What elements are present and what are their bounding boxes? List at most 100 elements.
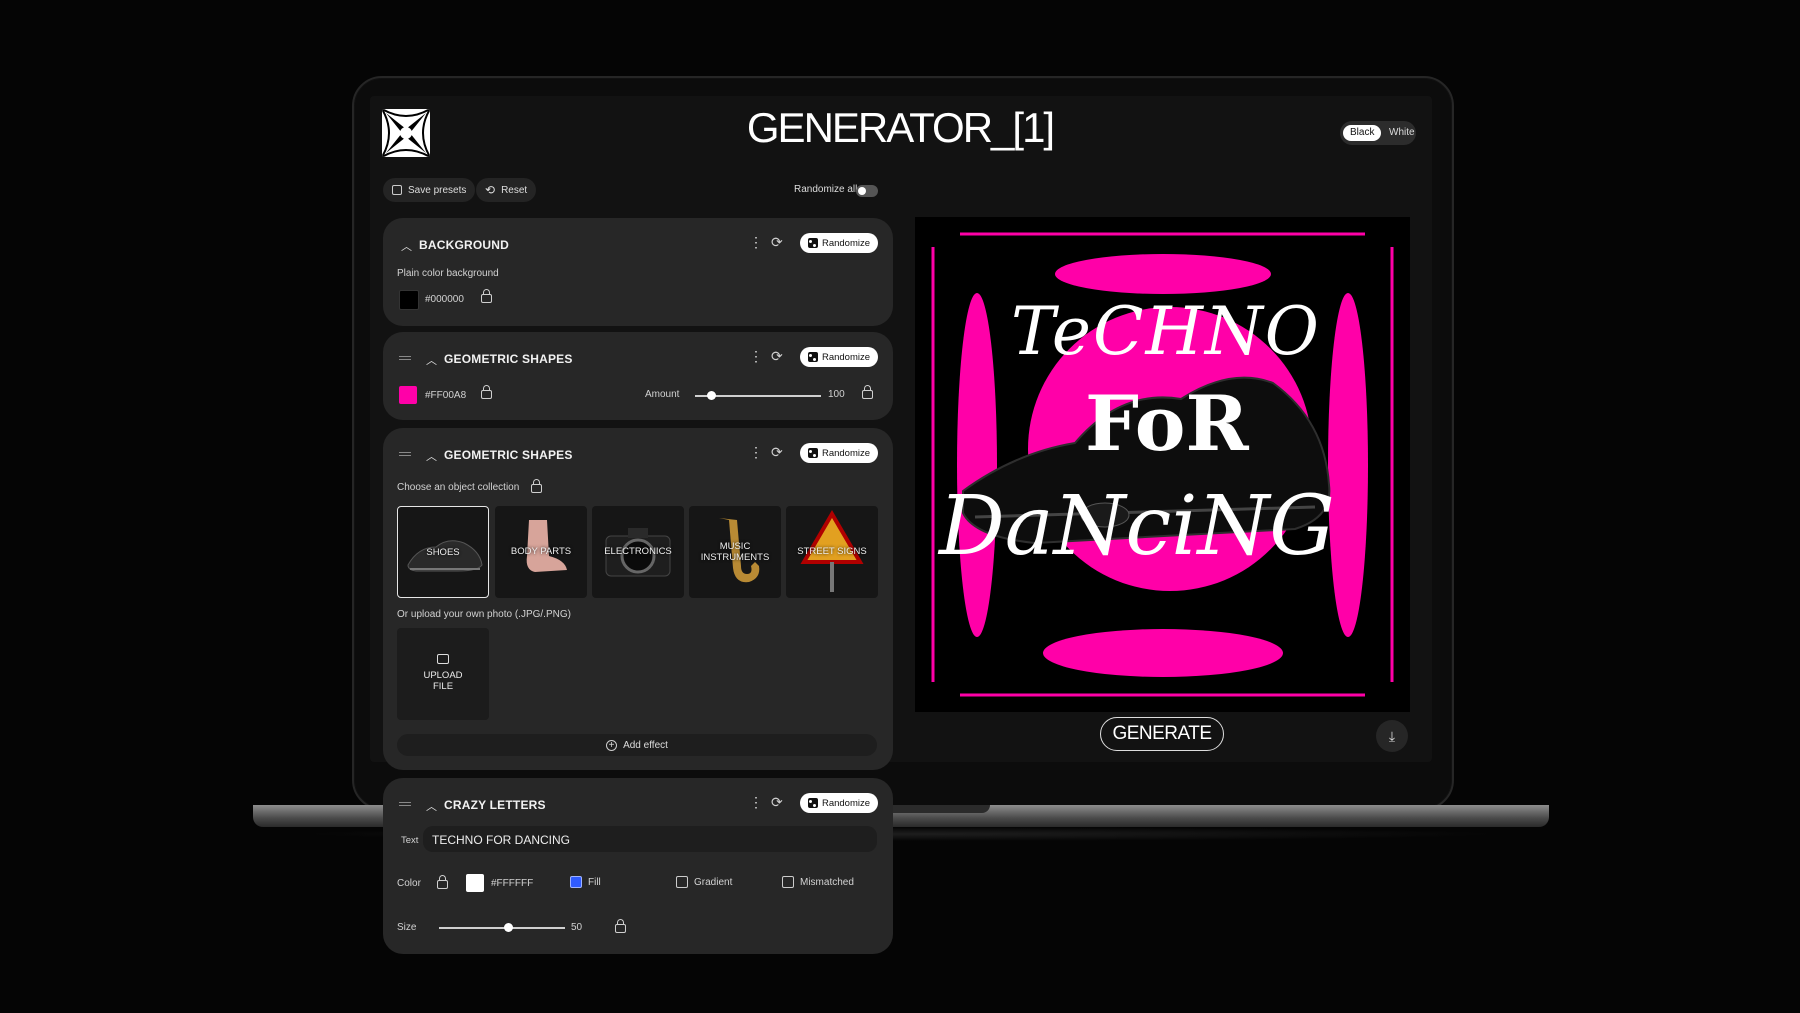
poster-line-3: DaNciNG: [939, 479, 1335, 574]
amount-value: 100: [828, 389, 845, 400]
upload-file-button[interactable]: UPLOAD FILE: [397, 628, 489, 720]
dice-icon: [807, 798, 818, 808]
upload-file-label: UPLOAD FILE: [423, 670, 463, 692]
lock-icon[interactable]: [437, 875, 448, 894]
upload-hint: Or upload your own photo (.JPG/.PNG): [397, 609, 571, 620]
letters-title: CRAZY LETTERS: [444, 798, 546, 812]
size-value: 50: [571, 922, 583, 933]
theme-toggle[interactable]: Black White: [1340, 121, 1416, 145]
reload-icon[interactable]: ⟳: [771, 445, 785, 459]
poster-line-1: TeCHNO: [1011, 293, 1321, 370]
chevron-up-icon[interactable]: ︿: [426, 448, 437, 464]
logo-icon[interactable]: [382, 109, 430, 157]
shapes-color-value[interactable]: #FF00A8: [425, 390, 466, 401]
lock-icon[interactable]: [862, 385, 873, 404]
collection-tile-street-signs[interactable]: STREET SIGNS: [786, 506, 878, 598]
size-slider-handle[interactable]: [504, 923, 514, 932]
dice-icon: [807, 448, 818, 458]
collection-label: ELECTRONICS: [604, 546, 672, 557]
reset-button[interactable]: ⟲ Reset: [476, 178, 537, 202]
collection-label: MUSIC INSTRUMENTS: [700, 541, 770, 563]
background-title: BACKGROUND: [419, 238, 509, 252]
chevron-up-icon[interactable]: ︿: [426, 352, 437, 368]
theme-option-white[interactable]: White: [1382, 125, 1422, 141]
gradient-checkbox-box[interactable]: [676, 876, 688, 888]
collection-label: BODY PARTS: [510, 546, 572, 557]
drag-handle-icon[interactable]: [399, 356, 411, 360]
shapes-title: GEOMETRIC SHAPES: [444, 352, 573, 366]
collection-tile-music-instruments[interactable]: MUSIC INSTRUMENTS: [689, 506, 781, 598]
gradient-checkbox[interactable]: Gradient: [676, 876, 732, 888]
kebab-icon[interactable]: ⋮: [749, 235, 763, 251]
collection-label: STREET SIGNS: [797, 546, 867, 557]
lock-icon[interactable]: [481, 289, 492, 308]
size-slider-track[interactable]: [439, 927, 565, 929]
size-label: Size: [397, 922, 417, 933]
geometric-shapes-panel: ︿ GEOMETRIC SHAPES ⋮ ⟳ Randomize #FF00A8…: [383, 332, 893, 420]
reload-icon[interactable]: ⟳: [771, 349, 785, 363]
objects-randomize-button[interactable]: Randomize: [800, 443, 878, 463]
objects-title: GEOMETRIC SHAPES: [444, 448, 573, 462]
kebab-icon[interactable]: ⋮: [749, 349, 763, 365]
randomize-label: Randomize: [821, 351, 871, 363]
collection-label: SHOES: [426, 547, 460, 558]
add-circle-icon: +: [606, 739, 618, 751]
kebab-icon[interactable]: ⋮: [749, 445, 763, 461]
object-collection-panel: ︿ GEOMETRIC SHAPES ⋮ ⟳ Randomize Choose …: [383, 428, 893, 770]
lock-icon[interactable]: [481, 385, 492, 404]
amount-label: Amount: [645, 389, 680, 400]
amount-slider-handle[interactable]: [707, 391, 717, 400]
text-input-value: TECHNO FOR DANCING: [432, 833, 570, 847]
download-icon[interactable]: ⤓: [1376, 720, 1408, 752]
generate-button[interactable]: GENERATE: [1100, 717, 1224, 751]
mismatched-checkbox[interactable]: Mismatched: [782, 876, 854, 888]
fill-checkbox-box[interactable]: [570, 876, 582, 888]
kebab-icon[interactable]: ⋮: [749, 795, 763, 811]
letters-color-swatch[interactable]: [466, 874, 484, 892]
lock-icon[interactable]: [531, 479, 542, 498]
dice-icon: [807, 352, 818, 362]
add-image-icon: [437, 654, 449, 664]
add-effect-button[interactable]: + Add effect: [397, 734, 877, 756]
save-presets-label: Save presets: [408, 184, 467, 196]
randomize-label: Randomize: [821, 447, 871, 459]
add-effect-label: Add effect: [623, 739, 668, 751]
fill-label: Fill: [588, 876, 601, 888]
objects-subtitle: Choose an object collection: [397, 482, 520, 493]
background-color-value[interactable]: #000000: [425, 294, 464, 305]
collection-tile-body-parts[interactable]: BODY PARTS: [495, 506, 587, 598]
background-color-swatch[interactable]: [399, 290, 419, 310]
background-randomize-button[interactable]: Randomize: [800, 233, 878, 253]
collection-tile-shoes[interactable]: SHOES: [397, 506, 489, 598]
chevron-up-icon[interactable]: ︿: [401, 238, 412, 254]
background-panel: ︿ BACKGROUND ⋮ ⟳ Randomize Plain color b…: [383, 218, 893, 326]
randomize-label: Randomize: [821, 797, 871, 809]
text-input[interactable]: TECHNO FOR DANCING: [423, 826, 877, 852]
chevron-up-icon[interactable]: ︿: [426, 798, 437, 814]
randomize-label: Randomize: [821, 237, 871, 249]
drag-handle-icon[interactable]: [399, 452, 411, 456]
randomize-all-toggle[interactable]: [856, 185, 878, 197]
reset-icon: ⟲: [485, 183, 496, 197]
mismatched-checkbox-box[interactable]: [782, 876, 794, 888]
mismatched-label: Mismatched: [800, 876, 854, 888]
collection-tile-electronics[interactable]: ELECTRONICS: [592, 506, 684, 598]
randomize-all-label: Randomize all: [794, 184, 858, 195]
gradient-label: Gradient: [694, 876, 733, 888]
reload-icon[interactable]: ⟳: [771, 795, 785, 809]
shapes-randomize-button[interactable]: Randomize: [800, 347, 878, 367]
fill-checkbox[interactable]: Fill: [570, 876, 601, 888]
poster-preview: TeCHNO FoR DaNciNG: [915, 217, 1410, 712]
theme-option-black[interactable]: Black: [1343, 125, 1382, 141]
letters-color-value[interactable]: #FFFFFF: [491, 878, 533, 889]
app-title: GENERATOR_[1]: [746, 104, 1055, 151]
lock-icon[interactable]: [615, 919, 626, 938]
drag-handle-icon[interactable]: [399, 802, 411, 806]
letters-randomize-button[interactable]: Randomize: [800, 793, 878, 813]
reset-label: Reset: [501, 184, 528, 196]
reload-icon[interactable]: ⟳: [771, 235, 785, 249]
poster-line-2: FoR: [1085, 379, 1249, 468]
shapes-color-swatch[interactable]: [399, 386, 417, 404]
save-presets-button[interactable]: Save presets: [383, 178, 476, 202]
color-label: Color: [397, 878, 421, 889]
